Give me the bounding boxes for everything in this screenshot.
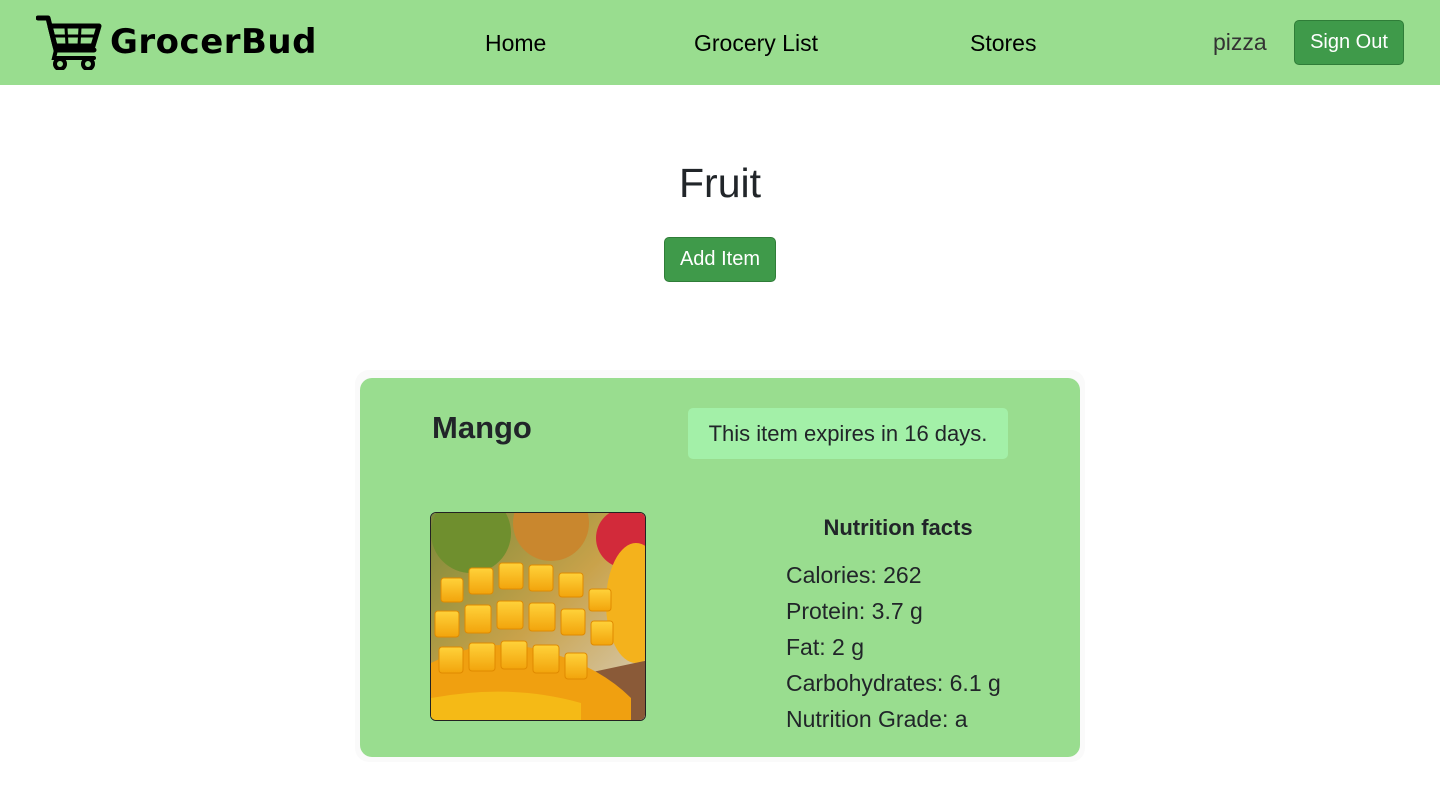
nutrition-list: Calories: 262 Protein: 3.7 g Fat: 2 g Ca…	[786, 557, 1001, 737]
mango-image	[431, 513, 645, 720]
nav-link-stores[interactable]: Stores	[970, 29, 1036, 57]
nav-link-grocery-list[interactable]: Grocery List	[694, 29, 818, 57]
nutrition-calories: Calories: 262	[786, 562, 922, 588]
nav-link-home[interactable]: Home	[485, 29, 546, 57]
nutrition-protein: Protein: 3.7 g	[786, 598, 923, 624]
brand-name: GrocerBud	[110, 22, 317, 62]
item-card: Mango This item expires in 16 days. Nutr…	[360, 378, 1080, 757]
username-label: pizza	[1213, 29, 1267, 55]
page-title: Fruit	[679, 160, 761, 206]
expiry-badge: This item expires in 16 days.	[688, 408, 1008, 459]
add-item-button[interactable]: Add Item	[664, 237, 776, 282]
item-name: Mango	[432, 410, 532, 445]
item-image	[430, 512, 646, 721]
navbar: GrocerBud Home Grocery List Stores pizza…	[0, 0, 1440, 85]
brand-logo-link[interactable]: GrocerBud	[36, 14, 317, 70]
nutrition-facts-title: Nutrition facts	[823, 515, 973, 540]
nutrition-grade: Nutrition Grade: a	[786, 706, 968, 732]
sign-out-button[interactable]: Sign Out	[1294, 20, 1404, 65]
nutrition-carbohydrates: Carbohydrates: 6.1 g	[786, 670, 1001, 696]
shopping-cart-icon	[36, 14, 102, 70]
nutrition-fat: Fat: 2 g	[786, 634, 864, 660]
